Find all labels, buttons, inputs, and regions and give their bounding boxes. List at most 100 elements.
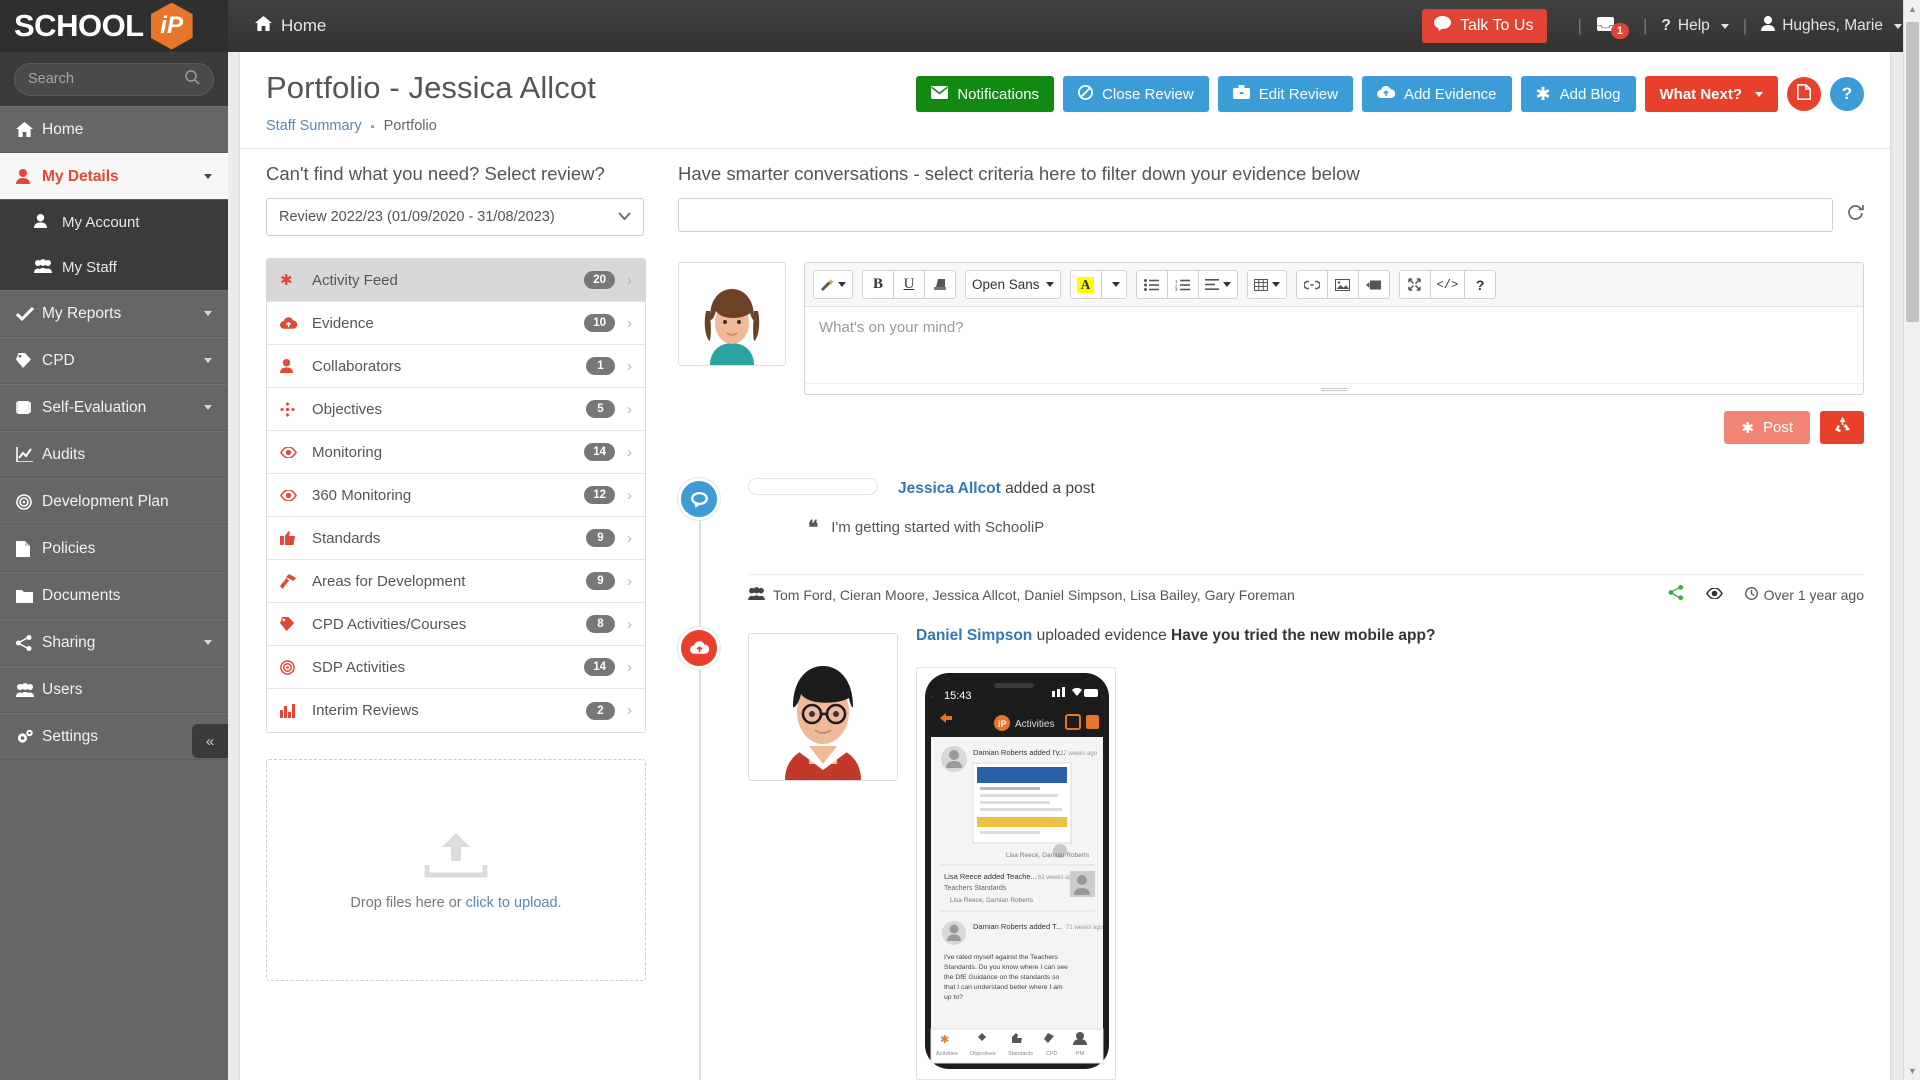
divider: | [1643,16,1648,35]
list-item-objectives[interactable]: Objectives 5 › [267,388,645,431]
sidebar-item-my-details[interactable]: My Details [0,153,228,200]
topbar-home-link[interactable]: Home [255,16,326,36]
post-author-link[interactable]: Jessica Allcot [898,480,1001,497]
user-icon [1761,16,1776,36]
sidebar-item-audits[interactable]: Audits [0,431,228,478]
eraser-icon[interactable] [924,270,956,299]
scroll-up-arrow[interactable]: ▲ [1904,0,1920,18]
sidebar-item-label: Users [42,680,83,698]
list-item-sdp-activities[interactable]: SDP Activities 14 › [267,646,645,689]
breadcrumb-parent-link[interactable]: Staff Summary [266,118,362,134]
bullet-list-icon[interactable] [1135,270,1168,299]
underline-button[interactable]: U [893,270,925,299]
breadcrumb-separator: ▪ [370,121,375,133]
list-item-label: CPD Activities/Courses [312,615,467,633]
add-blog-button[interactable]: ✱ Add Blog [1520,76,1636,112]
list-item-areas-for-development[interactable]: Areas for Development 9 › [267,560,645,603]
divider: | [1742,16,1748,35]
sidebar-item-label: Home [42,120,84,138]
scrollbar-thumb[interactable] [1906,22,1919,322]
list-item-collaborators[interactable]: Collaborators 1 › [267,345,645,388]
font-name-select[interactable]: Open Sans [965,270,1061,299]
share-icon[interactable] [1668,585,1684,605]
sidebar-item-home[interactable]: Home [0,106,228,153]
highlight-color-dropdown[interactable] [1100,270,1127,299]
editor-help-button[interactable]: ? [1464,270,1497,299]
criteria-filter-input[interactable] [678,198,1833,232]
magic-wand-icon[interactable] [813,270,853,299]
sidebar-item-sharing[interactable]: Sharing [0,619,228,666]
svg-text:CPD: CPD [1046,1051,1058,1057]
table-icon[interactable] [1246,270,1287,299]
fullscreen-icon[interactable] [1398,270,1431,299]
list-item-monitoring[interactable]: Monitoring 14 › [267,431,645,474]
post-button[interactable]: ✱ Post [1724,411,1810,444]
topbar-home-label: Home [281,16,327,35]
post-textarea[interactable]: What's on your mind? [805,307,1863,383]
user-menu[interactable]: Hughes, Marie [1761,16,1902,36]
talk-to-us-button[interactable]: Talk To Us [1421,9,1548,43]
add-evidence-button[interactable]: Add Evidence [1361,76,1512,112]
sidebar-item-cpd[interactable]: CPD [0,337,228,384]
sidebar-subitem-my-staff[interactable]: My Staff [0,245,228,290]
file-dropzone[interactable]: Drop files here or click to upload. [266,759,646,981]
bold-button[interactable]: B [862,270,894,299]
align-icon[interactable] [1197,270,1238,299]
page-scrollbar[interactable]: ▲ ▼ [1903,0,1920,1080]
topbar-right-group: Talk To Us | 1 | ? Help | Hughes, Marie [1421,9,1920,43]
sidebar-item-policies[interactable]: Policies [0,525,228,572]
sidebar-item-documents[interactable]: Documents [0,572,228,619]
eye-icon [280,489,312,501]
notifications-button[interactable]: Notifications [916,76,1055,112]
list-item-activity-feed[interactable]: ✱ Activity Feed 20 › [267,259,645,302]
sidebar-collapse-button[interactable]: « [192,724,228,758]
list-item-standards[interactable]: Standards 9 › [267,517,645,560]
post-quote-text: I'm getting started with SchooliP [831,519,1045,536]
video-icon[interactable] [1357,270,1390,299]
sidebar-item-my-reports[interactable]: My Reports [0,290,228,337]
list-item-evidence[interactable]: Evidence 10 › [267,302,645,345]
crosshair-icon [280,401,312,417]
breadcrumb: Staff Summary ▪ Portfolio [266,118,596,134]
sidebar-item-users[interactable]: Users [0,666,228,713]
review-select[interactable]: Review 2022/23 (01/09/2020 - 31/08/2023) [266,198,644,236]
image-icon[interactable] [1326,270,1359,299]
close-review-button[interactable]: Close Review [1063,76,1209,112]
sidebar-item-self-evaluation[interactable]: Self-Evaluation [0,384,228,431]
scroll-down-arrow[interactable]: ▼ [1904,1062,1920,1080]
editor-resize-handle[interactable] [805,383,1863,394]
help-icon-button[interactable]: ? [1830,77,1864,111]
highlight-color-button[interactable]: A [1069,270,1102,299]
code-button[interactable]: </> [1429,270,1466,299]
activity-timeline: Jessica Allcot added a post ❝ I'm gettin… [678,478,1864,1080]
app-logo[interactable]: SCHOOL iP [0,0,228,52]
chevron-double-left-icon: « [205,732,215,750]
svg-text:71 weeks ago: 71 weeks ago [1066,925,1104,931]
page-card: Portfolio - Jessica Allcot Staff Summary… [240,52,1890,1080]
visibility-icon[interactable] [1705,586,1723,604]
numbered-list-icon[interactable]: 123 [1166,270,1199,299]
list-item-cpd-activities-courses[interactable]: CPD Activities/Courses 8 › [267,603,645,646]
document-icon-button[interactable] [1787,77,1821,111]
chevron-right-icon: › [627,486,632,504]
edit-review-button[interactable]: Edit Review [1217,76,1353,112]
recycle-button[interactable] [1820,411,1864,444]
sidebar-subitem-my-account[interactable]: My Account [0,200,228,245]
asterisk-icon: ✱ [1535,84,1551,104]
refresh-icon[interactable] [1847,204,1864,226]
list-item-360-monitoring[interactable]: 360 Monitoring 12 › [267,474,645,517]
dropzone-upload-link[interactable]: click to upload. [466,895,562,911]
list-item-interim-reviews[interactable]: Interim Reviews 2 › [267,689,645,732]
search-input[interactable]: Search [14,62,214,96]
inbox-button[interactable]: 1 [1596,14,1629,39]
svg-text:3: 3 [1175,287,1178,291]
chevron-down-icon [204,640,212,645]
toolbar-group-table [1246,270,1287,299]
what-next-button[interactable]: What Next? [1644,76,1778,112]
help-menu[interactable]: ? Help [1661,17,1729,35]
evidence-author-link[interactable]: Daniel Simpson [916,627,1032,644]
evidence-phone-screenshot[interactable]: 15:43 iP Activities Damian Roberts added… [916,667,1116,1080]
link-icon[interactable] [1295,270,1328,299]
sidebar-item-development-plan[interactable]: Development Plan [0,478,228,525]
evidence-header: Daniel Simpson uploaded evidence Have yo… [916,627,1864,645]
